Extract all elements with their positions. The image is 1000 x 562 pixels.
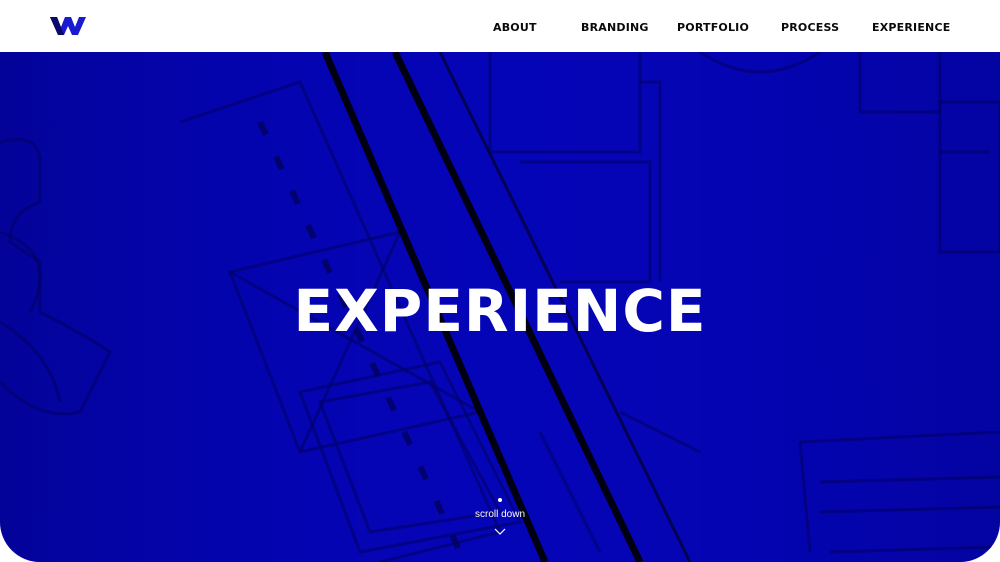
nav-process[interactable]: PROCESS [781, 21, 839, 34]
chevron-down-icon[interactable] [494, 528, 506, 536]
nav-portfolio[interactable]: PORTFOLIO [677, 21, 749, 34]
nav-branding[interactable]: BRANDING [581, 21, 649, 34]
nav-about[interactable]: ABOUT [493, 21, 537, 34]
nav-experience[interactable]: EXPERIENCE [872, 21, 950, 34]
scroll-indicator-dot [498, 498, 502, 502]
hero-title: EXPERIENCE [293, 277, 707, 345]
hero-section: EXPERIENCE scroll down [0, 52, 1000, 562]
scroll-down-link[interactable]: scroll down [0, 509, 1000, 520]
main-nav: ABOUT BRANDING PORTFOLIO PROCESS EXPERIE… [0, 0, 1000, 52]
top-navigation-bar: ABOUT BRANDING PORTFOLIO PROCESS EXPERIE… [0, 0, 1000, 52]
